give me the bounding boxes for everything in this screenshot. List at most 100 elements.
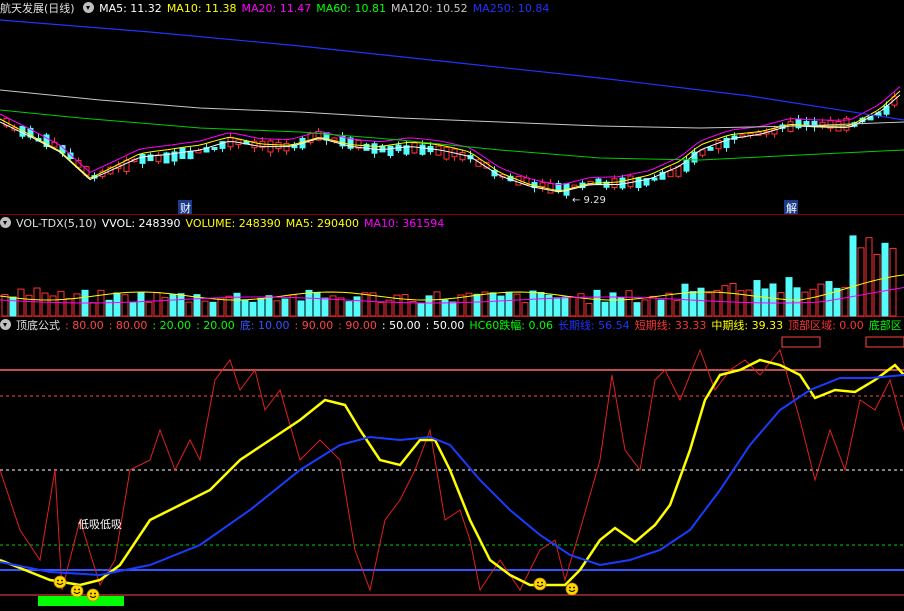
- low-price-label: ← 9.29: [572, 195, 606, 206]
- ma-legend-item: MA10: 11.38: [166, 2, 237, 15]
- volume-bar: [321, 297, 329, 317]
- volume-bar: [777, 292, 785, 317]
- volume-bar: [841, 286, 849, 317]
- smiley-icon: [53, 575, 67, 589]
- indicator-legend-item: 底: 10.00: [239, 319, 290, 332]
- candle-body: [139, 154, 146, 164]
- indicator-panel-header: 顶底公式: 80.00: 80.00: 20.00: 20.00 底: 10.00…: [0, 317, 904, 334]
- volume-bar: [817, 283, 825, 317]
- volume-bar: [705, 292, 713, 317]
- ma-legend-item: MA20: 11.47: [241, 2, 312, 15]
- volume-bar: [49, 295, 57, 317]
- volume-bar: [257, 297, 265, 317]
- smiley-eye: [541, 581, 543, 584]
- candle-body: [387, 145, 394, 157]
- volume-bar: [625, 290, 633, 317]
- indicator-legend-item: 顶部区域: 0.00: [788, 319, 864, 332]
- volume-panel-header: VOL-TDX(5,10) VVOL: 248390 VOLUME: 248390 M…: [0, 215, 904, 232]
- volume-bar: [665, 292, 673, 317]
- volume-bar: [865, 237, 873, 317]
- volume-bar: [713, 289, 721, 317]
- volume-bar: [889, 247, 897, 317]
- volume-bar: [457, 294, 465, 317]
- volume-bar: [417, 303, 425, 317]
- volume-bar: [377, 302, 385, 317]
- volume-bar: [401, 294, 409, 317]
- indicator-legend: : 80.00: 80.00: 20.00: 20.00 底: 10.00: 90…: [65, 319, 904, 332]
- volume-bar: [801, 291, 809, 317]
- panel-menu-icon[interactable]: [0, 217, 11, 228]
- buy-annotation: 低吸低吸: [78, 518, 122, 531]
- candle-body: [707, 146, 714, 151]
- candle-body: [635, 177, 642, 189]
- candle-body: [187, 150, 194, 160]
- volume-bar: [57, 290, 65, 317]
- volume-bar: [265, 295, 273, 317]
- volume-bar: [601, 301, 609, 317]
- volume-bar: [657, 299, 665, 317]
- volume-bar: [833, 287, 841, 317]
- volume-bar: [313, 291, 321, 317]
- volume-bar: [785, 277, 793, 317]
- volume-bar: [425, 295, 433, 317]
- candle-body: [611, 178, 618, 189]
- volume-bar: [561, 296, 569, 317]
- indicator-title: 顶底公式: [16, 319, 60, 332]
- volume-bar: [369, 292, 377, 317]
- smiley-eye: [61, 579, 63, 582]
- volume-bar: [409, 300, 417, 317]
- volume-legend-item: VVOL: 248390: [101, 217, 181, 230]
- smiley-eye: [569, 586, 571, 589]
- volume-bar: [297, 300, 305, 317]
- smiley-eye: [94, 592, 96, 595]
- smiley-eye: [537, 581, 539, 584]
- volume-bar: [345, 301, 353, 317]
- indicator-legend-item: : 20.00: [152, 319, 192, 332]
- volume-bar: [513, 293, 521, 317]
- event-marker-finance: 财: [180, 201, 191, 215]
- volume-bar: [649, 295, 657, 317]
- smiley-icon: [70, 584, 84, 598]
- volume-bar: [521, 302, 529, 317]
- volume-bar: [633, 302, 641, 317]
- candle-body: [619, 177, 626, 189]
- panel-menu-icon[interactable]: [0, 319, 11, 330]
- ma-legend-item: MA60: 10.81: [316, 2, 386, 15]
- volume-bar: [241, 299, 249, 317]
- volume-legend: VVOL: 248390 VOLUME: 248390 MA5: 290400 MA1…: [102, 217, 450, 230]
- volume-bar: [729, 282, 737, 317]
- panel-menu-icon[interactable]: [83, 2, 95, 13]
- event-marker-unlock: 解: [786, 201, 797, 215]
- smiley-icon: [86, 588, 100, 602]
- volume-bar: [177, 293, 185, 317]
- volume-bar: [225, 295, 233, 317]
- volume-bar: [1, 294, 9, 317]
- mid-term-line: [0, 358, 904, 587]
- indicator-legend-item: : 90.00: [338, 319, 377, 332]
- smiley-eye: [573, 586, 575, 589]
- volume-bar: [17, 288, 25, 317]
- volume-legend-item: MA10: 361594: [364, 217, 445, 230]
- volume-bar: [673, 300, 681, 317]
- volume-bar: [113, 292, 121, 317]
- candle-body: [155, 154, 162, 163]
- volume-bar: [553, 297, 561, 317]
- volume-bar: [41, 292, 49, 317]
- volume-bar: [249, 301, 257, 317]
- candle-body: [443, 146, 450, 160]
- volume-bar: [9, 296, 17, 317]
- volume-bar: [449, 301, 457, 317]
- volume-bar: [433, 291, 441, 317]
- indicator-legend-item: 中期线: 39.33: [711, 319, 784, 332]
- volume-bar: [569, 296, 577, 317]
- smiley-icon: [565, 582, 579, 596]
- chart-canvas: ← 9.29 财 解低吸低吸: [0, 19, 904, 606]
- candle-body: [371, 143, 378, 154]
- volume-bar: [305, 289, 313, 317]
- ma-legend-item: MA5: 11.32: [99, 2, 162, 15]
- volume-bar: [857, 247, 865, 317]
- volume-bar: [825, 281, 833, 317]
- volume-bar: [65, 297, 73, 317]
- candle-body: [651, 177, 658, 181]
- smiley-eye: [78, 588, 80, 591]
